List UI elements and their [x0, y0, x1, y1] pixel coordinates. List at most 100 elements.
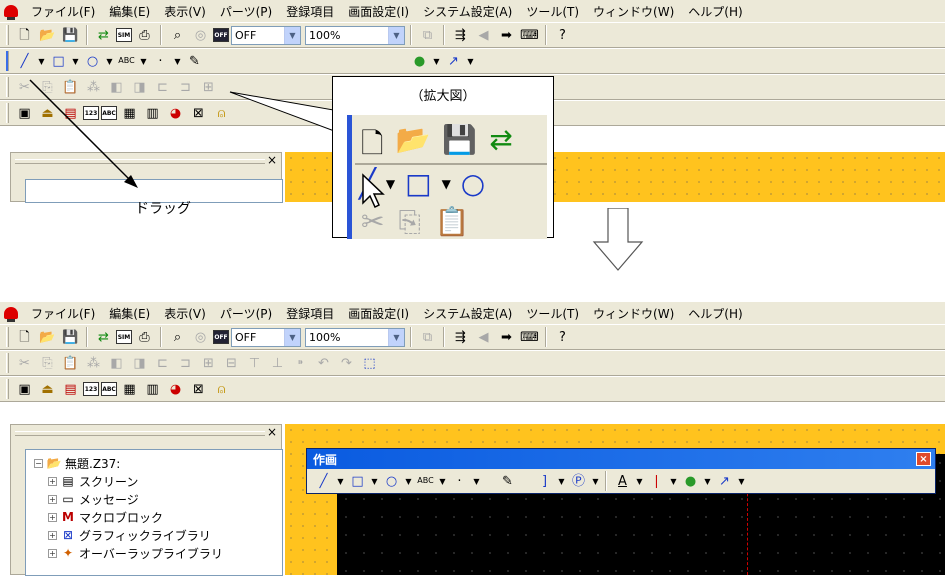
- tree-item-graphic-library[interactable]: + ⊠ グラフィックライブラリ: [34, 526, 282, 544]
- text-color-icon[interactable]: A: [612, 471, 633, 491]
- chevron-down-icon[interactable]: ▼: [438, 477, 447, 486]
- pattern-tool-icon[interactable]: Ⓟ: [568, 471, 589, 491]
- bar-graph-icon[interactable]: ▥: [142, 379, 163, 399]
- menu-help[interactable]: ヘルプ(H): [681, 305, 749, 322]
- menu-system-settings[interactable]: システム設定(A): [416, 305, 519, 322]
- chevron-down-icon[interactable]: ▼: [404, 477, 413, 486]
- zoom-select-icon[interactable]: ⌕: [167, 327, 188, 347]
- forward-arrow-icon[interactable]: ➡: [496, 327, 517, 347]
- chevron-down-icon[interactable]: ▼: [472, 477, 481, 486]
- select-all-icon[interactable]: ⬚: [359, 353, 380, 373]
- align-right-icon[interactable]: ⊐: [175, 353, 196, 373]
- tree-item-message[interactable]: + ▭ メッセージ: [34, 490, 282, 508]
- redo-icon[interactable]: ↷: [336, 353, 357, 373]
- numeric-display-icon[interactable]: 123: [83, 382, 99, 396]
- bring-front-icon[interactable]: ◧: [106, 353, 127, 373]
- paint-tool-icon[interactable]: ✎: [497, 471, 518, 491]
- menu-tools[interactable]: ツール(T): [519, 305, 586, 322]
- ungroup-icon[interactable]: ⊟: [221, 353, 242, 373]
- send-back-icon[interactable]: ◨: [129, 353, 150, 373]
- align-bottom-icon[interactable]: ⊥: [267, 353, 288, 373]
- chevron-down-icon[interactable]: ▼: [336, 477, 345, 486]
- collapse-icon[interactable]: −: [34, 458, 43, 468]
- dot-tool-icon[interactable]: ·: [449, 471, 470, 491]
- align-top-icon[interactable]: ⊤: [244, 353, 265, 373]
- tree-item-macro-block[interactable]: + M マクロブロック: [34, 508, 282, 526]
- tree-item-overlap-library[interactable]: + ✦ オーバーラップライブラリ: [34, 544, 282, 562]
- panel-close-icon[interactable]: ×: [267, 425, 277, 439]
- expand-icon[interactable]: +: [48, 476, 57, 486]
- chevron-down-icon[interactable]: ▼: [557, 477, 566, 486]
- open-folder-icon[interactable]: 📂: [37, 327, 58, 347]
- cut-icon[interactable]: ✂: [14, 353, 35, 373]
- transfer-icon[interactable]: ⇄: [93, 327, 114, 347]
- chevron-down-icon[interactable]: ▼: [370, 477, 379, 486]
- parts-jump-icon[interactable]: ⇶: [450, 327, 471, 347]
- chevron-down-icon[interactable]: ▼: [737, 477, 746, 486]
- line-color-icon[interactable]: ❘: [646, 471, 667, 491]
- layer-icon[interactable]: ⧉: [417, 327, 438, 347]
- fill-color-icon[interactable]: ●: [680, 471, 701, 491]
- expand-icon[interactable]: +: [48, 548, 57, 558]
- pie-graph-icon[interactable]: ◕: [165, 379, 186, 399]
- expand-icon[interactable]: +: [48, 512, 57, 522]
- toolbar-grip[interactable]: [6, 327, 9, 347]
- trend-graph-icon[interactable]: ⊠: [188, 379, 209, 399]
- save-icon[interactable]: 💾: [60, 327, 81, 347]
- expand-icon[interactable]: +: [48, 494, 57, 504]
- tree-root[interactable]: − 📂 無題.Z37:: [34, 454, 282, 472]
- menu-edit[interactable]: 編集(E): [102, 305, 157, 322]
- line-tool-icon[interactable]: ╱: [313, 471, 334, 491]
- circle-tool-icon[interactable]: ○: [381, 471, 402, 491]
- print-icon[interactable]: ⎙: [134, 327, 155, 347]
- arrow-tool-icon[interactable]: ↗: [714, 471, 735, 491]
- menu-window[interactable]: ウィンドウ(W): [586, 305, 681, 322]
- keyboard-icon[interactable]: ⌨: [519, 327, 540, 347]
- back-arrow-icon[interactable]: ◀: [473, 327, 494, 347]
- zoom-combo[interactable]: 100% ▼: [305, 327, 405, 347]
- chevron-down-icon[interactable]: ▼: [669, 477, 678, 486]
- rectangle-tool-icon[interactable]: □: [347, 471, 368, 491]
- align-left-icon[interactable]: ⊏: [152, 353, 173, 373]
- toolbar-grip[interactable]: [6, 379, 9, 399]
- help-icon[interactable]: ?: [552, 327, 573, 347]
- chevron-down-icon[interactable]: ▼: [703, 477, 712, 486]
- transition-arrow-icon: [592, 208, 644, 271]
- sim-icon[interactable]: SIM: [116, 330, 132, 344]
- char-display-icon[interactable]: ABC: [101, 382, 117, 396]
- menu-view[interactable]: 表示(V): [157, 305, 213, 322]
- tree-item-screen[interactable]: + ▤ スクリーン: [34, 472, 282, 490]
- window-part-icon[interactable]: ▣: [14, 379, 35, 399]
- floating-drawing-toolbar[interactable]: 作画 × ╱ ▼ □ ▼ ○ ▼ ABC ▼ · ▼ ✎ ] ▼ Ⓟ ▼ A ▼…: [306, 448, 936, 494]
- chevron-down-icon[interactable]: ▼: [284, 328, 300, 346]
- group-icon[interactable]: ⊞: [198, 353, 219, 373]
- menu-registration[interactable]: 登録項目: [279, 305, 341, 322]
- paste-icon[interactable]: 📋: [60, 353, 81, 373]
- floating-toolbar-titlebar[interactable]: 作画 ×: [307, 449, 935, 469]
- close-icon[interactable]: ×: [916, 452, 931, 466]
- bracket-tool-icon[interactable]: ]: [534, 471, 555, 491]
- expand-icon[interactable]: +: [48, 530, 57, 540]
- undo-icon[interactable]: ↶: [313, 353, 334, 373]
- property-icon[interactable]: ⁍: [290, 353, 311, 373]
- copy-icon[interactable]: ⎘: [37, 353, 58, 373]
- new-file-icon[interactable]: 🗋: [14, 327, 35, 347]
- screen-canvas[interactable]: [285, 424, 945, 575]
- chevron-down-icon[interactable]: ▼: [635, 477, 644, 486]
- duplicate-icon[interactable]: ⁂: [83, 353, 104, 373]
- menu-file[interactable]: ファイル(F): [24, 305, 102, 322]
- text-tool-icon[interactable]: ABC: [415, 471, 436, 491]
- lamp-part-icon[interactable]: ▤: [60, 379, 81, 399]
- table-part-icon[interactable]: ▦: [119, 379, 140, 399]
- toolbar-grip[interactable]: [6, 353, 9, 373]
- menu-parts[interactable]: パーツ(P): [213, 305, 279, 322]
- grid-toggle-icon[interactable]: ◎: [190, 327, 211, 347]
- chevron-down-icon[interactable]: ▼: [591, 477, 600, 486]
- switch-part-icon[interactable]: ⏏: [37, 379, 58, 399]
- state-combo[interactable]: OFF ▼: [231, 327, 301, 347]
- panel-grip[interactable]: [15, 431, 265, 436]
- alarm-icon[interactable]: ⍝: [211, 379, 232, 399]
- menu-screen-settings[interactable]: 画面設定(I): [341, 305, 416, 322]
- app-icon: [4, 307, 18, 322]
- chevron-down-icon[interactable]: ▼: [388, 328, 404, 346]
